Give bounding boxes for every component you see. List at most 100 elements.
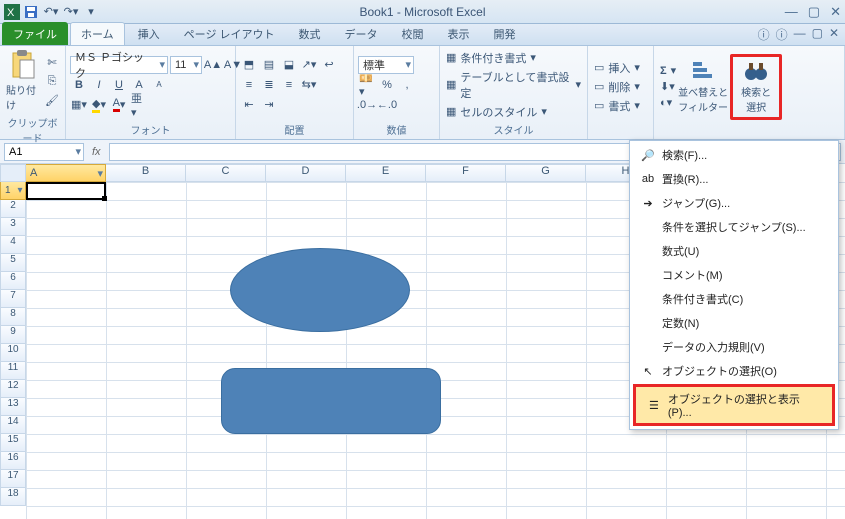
row-header-15[interactable]: 15	[0, 434, 26, 452]
row-header-3[interactable]: 3	[0, 218, 26, 236]
maximize-button[interactable]: ▢	[808, 4, 820, 20]
row-header-2[interactable]: 2	[0, 200, 26, 218]
col-header-D[interactable]: D	[266, 164, 346, 182]
wrap-text-icon[interactable]: ↩	[320, 56, 338, 74]
shape-ellipse[interactable]	[230, 248, 410, 332]
format-as-table-button[interactable]: ▦ テーブルとして書式設定▾	[444, 68, 583, 102]
menu-comments[interactable]: コメント(M)	[630, 263, 838, 287]
phonetic-icon[interactable]: 亜▾	[130, 96, 148, 114]
row-header-13[interactable]: 13	[0, 398, 26, 416]
select-all-corner[interactable]	[0, 164, 26, 182]
cells-delete-button[interactable]: ▭ 削除▾	[592, 78, 642, 96]
col-header-C[interactable]: C	[186, 164, 266, 182]
row-header-12[interactable]: 12	[0, 380, 26, 398]
tab-formulas[interactable]: 数式	[288, 22, 332, 45]
wb-close-icon[interactable]: ✕	[829, 26, 839, 43]
row-header-16[interactable]: 16	[0, 452, 26, 470]
cells-insert-button[interactable]: ▭ 挿入▾	[592, 59, 642, 77]
increase-indent-icon[interactable]: ⇥	[260, 96, 278, 114]
wb-min-icon[interactable]: —	[794, 26, 806, 43]
find-select-button[interactable]: 検索と 選択	[734, 58, 778, 116]
decrease-indent-icon[interactable]: ⇤	[240, 96, 258, 114]
increase-decimal-icon[interactable]: .0→	[358, 96, 376, 114]
redo-icon[interactable]: ↷▾	[62, 3, 80, 21]
font-name-select[interactable]: ＭＳ Ｐゴシック	[70, 56, 168, 74]
menu-cond-format[interactable]: 条件付き書式(C)	[630, 287, 838, 311]
merge-icon[interactable]: ⇆▾	[300, 76, 318, 94]
align-center-icon[interactable]: ≣	[260, 76, 278, 94]
decrease-decimal-icon[interactable]: ←.0	[378, 96, 396, 114]
row-header-11[interactable]: 11	[0, 362, 26, 380]
row-header-9[interactable]: 9	[0, 326, 26, 344]
borders-icon[interactable]: ▦▾	[70, 96, 88, 114]
fill-button[interactable]: ⬇▾	[658, 79, 678, 94]
font-color-icon[interactable]: A▾	[110, 96, 128, 114]
cell-styles-button[interactable]: ▦ セルのスタイル▾	[444, 103, 583, 121]
autosum-button[interactable]: Σ▾	[658, 63, 678, 78]
menu-find[interactable]: 🔎 検索(F)...	[630, 143, 838, 167]
align-left-icon[interactable]: ≡	[240, 76, 258, 94]
tab-view[interactable]: 表示	[437, 22, 481, 45]
row-header-5[interactable]: 5	[0, 254, 26, 272]
cut-icon[interactable]: ✄	[43, 53, 61, 71]
row-header-8[interactable]: 8	[0, 308, 26, 326]
col-header-E[interactable]: E	[346, 164, 426, 182]
help-icon[interactable]: ⓘ	[776, 26, 788, 43]
col-header-A[interactable]: A	[26, 164, 106, 182]
tab-page-layout[interactable]: ページ レイアウト	[173, 22, 286, 45]
menu-replace[interactable]: ab 置換(R)...	[630, 167, 838, 191]
align-middle-icon[interactable]: ▤	[260, 56, 278, 74]
row-header-4[interactable]: 4	[0, 236, 26, 254]
col-header-G[interactable]: G	[506, 164, 586, 182]
row-header-14[interactable]: 14	[0, 416, 26, 434]
cells-format-button[interactable]: ▭ 書式▾	[592, 97, 642, 115]
clear-button[interactable]: ◐▾	[658, 95, 678, 110]
name-box[interactable]: A1	[4, 143, 84, 161]
menu-selection-pane[interactable]: ☰ オブジェクトの選択と表示(P)...	[636, 387, 832, 423]
tab-insert[interactable]: 挿入	[127, 22, 171, 45]
percent-icon[interactable]: %	[378, 76, 396, 94]
row-header-7[interactable]: 7	[0, 290, 26, 308]
menu-goto[interactable]: ➔ ジャンプ(G)...	[630, 191, 838, 215]
wb-max-icon[interactable]: ▢	[812, 26, 823, 43]
cond-format-button[interactable]: ▦ 条件付き書式▾	[444, 49, 583, 67]
minimize-button[interactable]: —	[785, 4, 798, 20]
align-right-icon[interactable]: ≡	[280, 76, 298, 94]
orientation-icon[interactable]: ↗▾	[300, 56, 318, 74]
menu-formulas[interactable]: 数式(U)	[630, 239, 838, 263]
fx-icon[interactable]: fx	[86, 146, 107, 158]
currency-icon[interactable]: 💴▾	[358, 76, 376, 94]
undo-icon[interactable]: ↶▾	[42, 3, 60, 21]
qat-customize-icon[interactable]: ▾	[82, 3, 100, 21]
paste-button[interactable]: 貼り付け	[4, 48, 40, 114]
menu-validation[interactable]: データの入力規則(V)	[630, 335, 838, 359]
tab-home[interactable]: ホーム	[70, 22, 125, 45]
align-bottom-icon[interactable]: ⬓	[280, 56, 298, 74]
col-header-F[interactable]: F	[426, 164, 506, 182]
col-header-B[interactable]: B	[106, 164, 186, 182]
format-painter-icon[interactable]: 🖌	[43, 91, 61, 109]
tab-developer[interactable]: 開発	[483, 22, 527, 45]
row-headers[interactable]: 123456789101112131415161718	[0, 182, 26, 519]
font-size-select[interactable]: 11	[170, 56, 202, 74]
row-header-18[interactable]: 18	[0, 488, 26, 506]
row-header-6[interactable]: 6	[0, 272, 26, 290]
copy-icon[interactable]: ⎘	[43, 72, 61, 90]
row-header-1[interactable]: 1	[0, 182, 26, 200]
menu-select-objects[interactable]: ↖ オブジェクトの選択(O)	[630, 359, 838, 383]
tab-data[interactable]: データ	[334, 22, 389, 45]
align-top-icon[interactable]: ⬒	[240, 56, 258, 74]
tab-review[interactable]: 校閲	[391, 22, 435, 45]
fill-color-icon[interactable]: ◆▾	[90, 96, 108, 114]
shape-rounded-rect[interactable]	[221, 368, 441, 434]
save-icon[interactable]	[22, 3, 40, 21]
row-header-10[interactable]: 10	[0, 344, 26, 362]
comma-icon[interactable]: ,	[398, 76, 416, 94]
increase-font-icon[interactable]: A▲	[204, 56, 222, 74]
close-button[interactable]: ✕	[830, 4, 841, 20]
row-header-17[interactable]: 17	[0, 470, 26, 488]
menu-constants[interactable]: 定数(N)	[630, 311, 838, 335]
number-format-select[interactable]: 標準	[358, 56, 414, 74]
minimize-ribbon-icon[interactable]: ⓘ	[758, 26, 770, 43]
sort-filter-button[interactable]: 並べ替えと フィルター	[681, 58, 725, 116]
